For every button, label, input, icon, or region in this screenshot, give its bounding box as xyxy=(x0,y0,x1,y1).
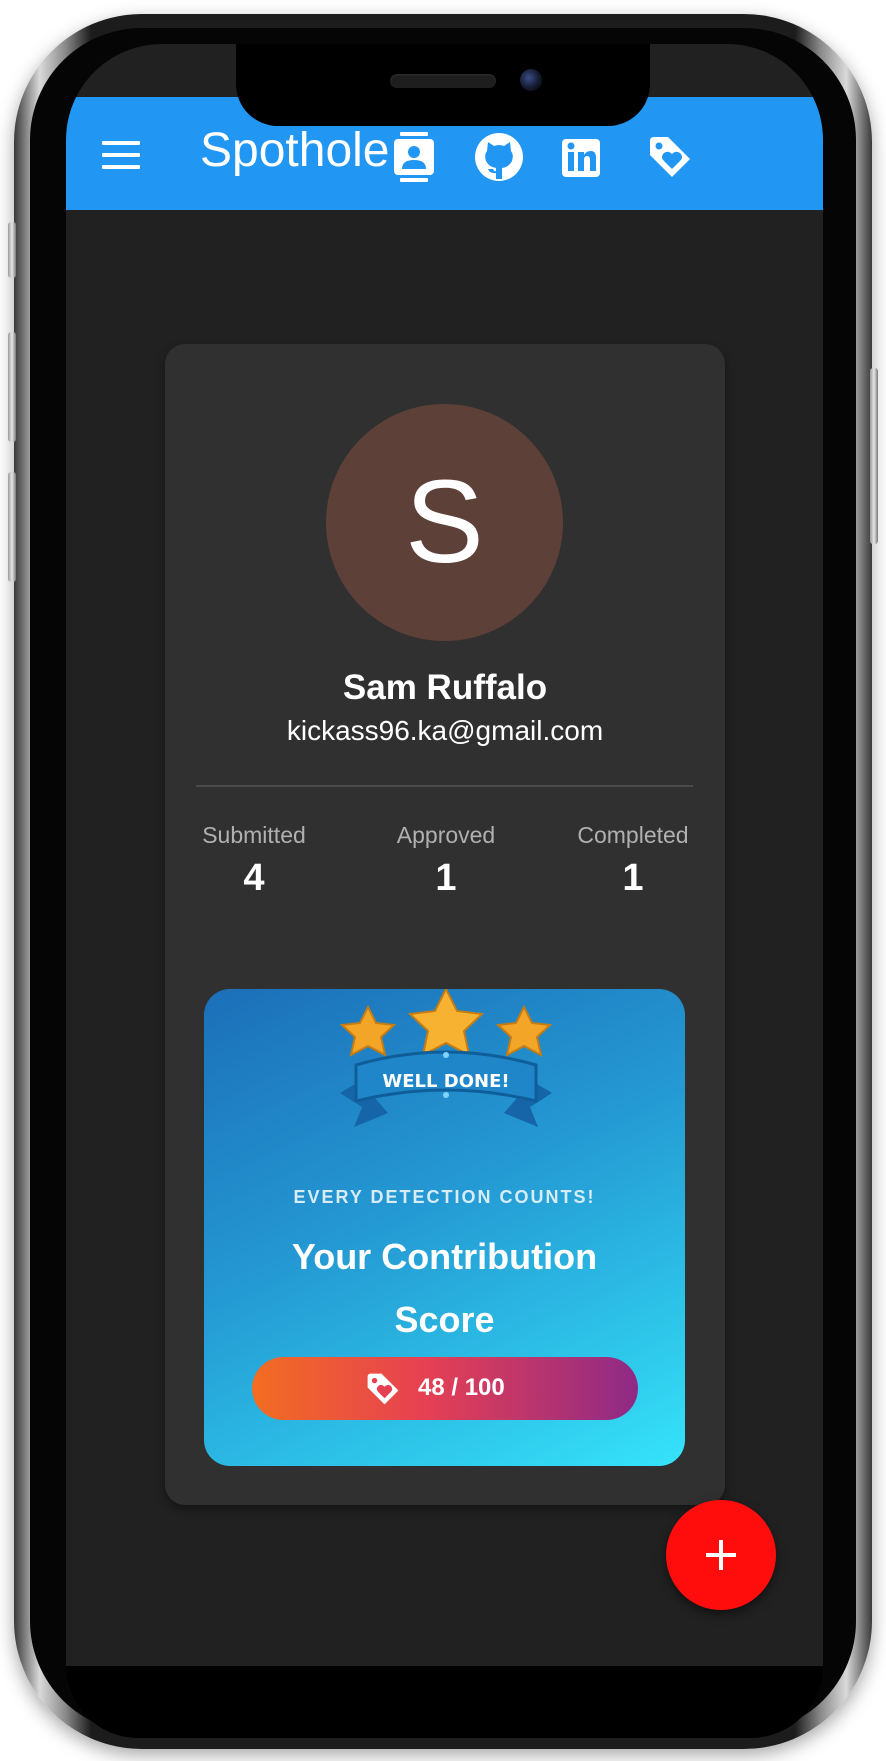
plus-icon-vertical xyxy=(719,1540,723,1570)
menu-icon[interactable] xyxy=(102,141,140,171)
stat-value: 4 xyxy=(243,857,265,899)
badge-text: WELL DONE! xyxy=(382,1071,509,1092)
app-screen: Spothole S Sam Ruffalo kickass96.ka@gmai… xyxy=(66,44,823,1669)
stat-value: 1 xyxy=(435,857,457,899)
score-eyebrow: EVERY DETECTION COUNTS! xyxy=(293,1187,596,1207)
mute-switch xyxy=(8,222,16,278)
app-title: Spothole xyxy=(200,124,390,177)
avatar: S xyxy=(326,404,563,641)
score-pill: 48 / 100 xyxy=(252,1357,638,1420)
contacts-icon[interactable] xyxy=(390,131,438,183)
user-name: Sam Ruffalo xyxy=(342,668,548,707)
stat-value: 1 xyxy=(622,857,644,899)
add-report-button[interactable] xyxy=(666,1500,776,1610)
volume-up-button xyxy=(8,332,16,442)
contribution-score-card: WELL DONE! EVERY DETECTION COUNTS! Your … xyxy=(204,989,685,1466)
power-button xyxy=(870,368,878,544)
github-icon[interactable] xyxy=(473,131,523,183)
screen-bottom-bezel xyxy=(66,1666,823,1738)
score-value: 48 / 100 xyxy=(418,1374,505,1401)
stat-label: Completed xyxy=(577,822,689,848)
user-email: kickass96.ka@gmail.com xyxy=(286,715,604,746)
well-done-badge: WELL DONE! xyxy=(332,989,560,1159)
front-camera xyxy=(520,69,542,91)
earpiece-speaker xyxy=(390,74,496,88)
stat-label: Submitted xyxy=(202,822,306,848)
linkedin-icon[interactable] xyxy=(560,131,608,183)
stat-submitted: Submitted 4 xyxy=(169,822,339,900)
stat-completed: Completed 1 xyxy=(548,822,718,900)
score-title: Your Contribution Score xyxy=(291,1236,598,1340)
tag-heart-icon[interactable] xyxy=(646,131,694,183)
stat-label: Approved xyxy=(396,822,496,848)
divider xyxy=(196,785,693,787)
stat-approved: Approved 1 xyxy=(361,822,531,900)
volume-down-button xyxy=(8,472,16,582)
tag-heart-icon xyxy=(362,1369,404,1409)
profile-card: S Sam Ruffalo kickass96.ka@gmail.com Sub… xyxy=(165,344,725,1505)
